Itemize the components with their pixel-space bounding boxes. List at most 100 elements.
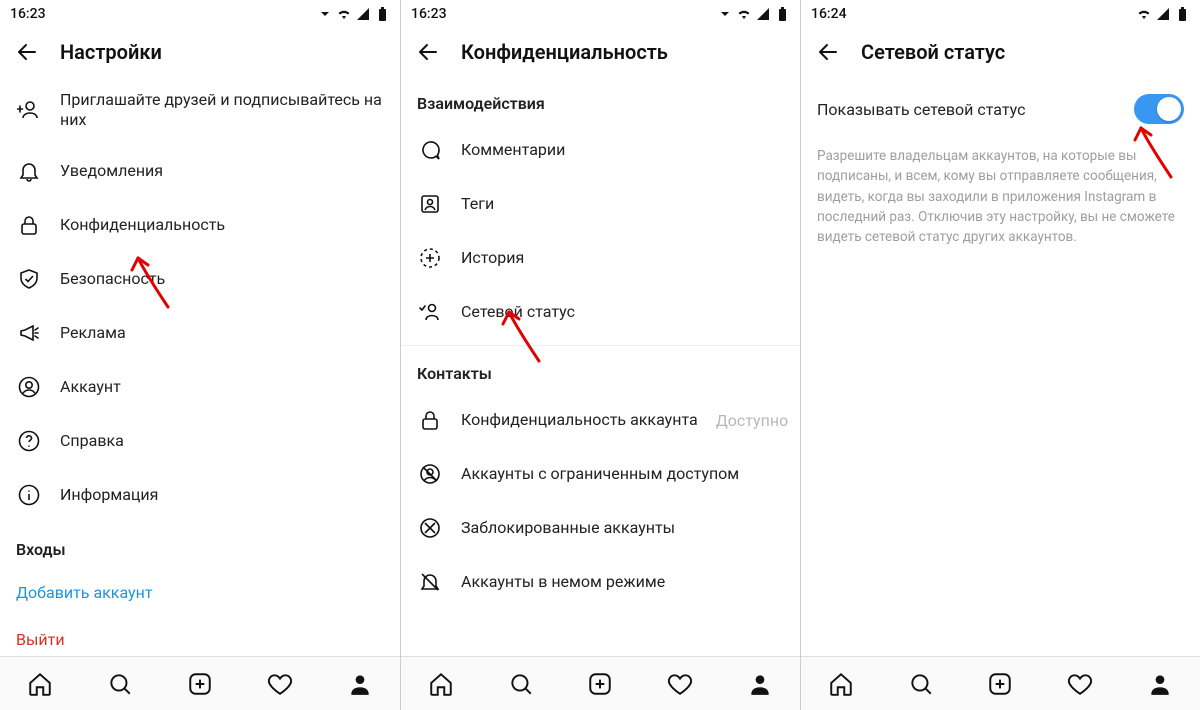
nav-new-post[interactable] bbox=[984, 668, 1016, 700]
nav-activity[interactable] bbox=[664, 668, 696, 700]
row-comments[interactable]: Комментарии bbox=[401, 123, 800, 177]
add-account-link[interactable]: Добавить аккаунт bbox=[0, 569, 400, 616]
setting-description: Разрешите владельцам аккаунтов, на котор… bbox=[801, 142, 1200, 263]
row-label: Теги bbox=[461, 194, 494, 214]
row-label: Аккаунты с ограниченным доступом bbox=[461, 464, 739, 484]
page-title: Сетевой статус bbox=[861, 40, 1005, 64]
bottom-nav bbox=[801, 656, 1200, 710]
caret-down-icon bbox=[717, 6, 733, 22]
nav-home[interactable] bbox=[425, 668, 457, 700]
lock-icon bbox=[16, 212, 42, 238]
row-label: Справка bbox=[60, 431, 124, 451]
status-bar: 16:24 bbox=[801, 0, 1200, 28]
nav-profile[interactable] bbox=[744, 668, 776, 700]
phone-activity-status: 16:24 Сетевой статус Показывать сетевой … bbox=[800, 0, 1200, 710]
tag-user-icon bbox=[417, 191, 443, 217]
nav-new-post[interactable] bbox=[584, 668, 616, 700]
row-help[interactable]: Справка bbox=[0, 414, 400, 468]
header: Сетевой статус bbox=[801, 28, 1200, 76]
nav-profile[interactable] bbox=[1144, 668, 1176, 700]
row-label: Уведомления bbox=[60, 161, 163, 181]
row-security[interactable]: Безопасность bbox=[0, 252, 400, 306]
shield-icon bbox=[16, 266, 42, 292]
nav-search[interactable] bbox=[104, 668, 136, 700]
row-story[interactable]: История bbox=[401, 231, 800, 285]
back-button[interactable] bbox=[413, 37, 443, 67]
lock-icon bbox=[417, 407, 443, 433]
status-bar: 16:23 bbox=[401, 0, 800, 28]
row-blocked[interactable]: Заблокированные аккаунты bbox=[401, 501, 800, 555]
back-button[interactable] bbox=[12, 37, 42, 67]
section-interactions: Взаимодействия bbox=[401, 76, 800, 123]
nav-activity[interactable] bbox=[264, 668, 296, 700]
caret-down-icon bbox=[317, 6, 333, 22]
battery-icon bbox=[774, 6, 790, 22]
phone-settings: 16:23 Настройки Приглашайте друзей и под… bbox=[0, 0, 400, 710]
activity-status-panel: Показывать сетевой статус Разрешите влад… bbox=[801, 76, 1200, 656]
activity-status-icon bbox=[417, 299, 443, 325]
row-label: Приглашайте друзей и подписывайтесь на н… bbox=[60, 90, 384, 130]
row-label: Заблокированные аккаунты bbox=[461, 518, 675, 538]
battery-icon bbox=[1174, 6, 1190, 22]
statusbar-time: 16:23 bbox=[411, 6, 717, 22]
row-value: Доступно bbox=[716, 411, 788, 430]
header: Настройки bbox=[0, 28, 400, 76]
switch-knob bbox=[1157, 97, 1181, 121]
nav-home[interactable] bbox=[825, 668, 857, 700]
nav-activity[interactable] bbox=[1064, 668, 1096, 700]
info-icon bbox=[16, 482, 42, 508]
bell-icon bbox=[16, 158, 42, 184]
bottom-nav bbox=[401, 656, 800, 710]
row-muted[interactable]: Аккаунты в немом режиме bbox=[401, 555, 800, 609]
help-icon bbox=[16, 428, 42, 454]
restricted-icon bbox=[417, 461, 443, 487]
page-title: Конфиденциальность bbox=[461, 40, 668, 64]
show-activity-switch[interactable] bbox=[1134, 94, 1184, 124]
row-ads[interactable]: Реклама bbox=[0, 306, 400, 360]
mute-icon bbox=[417, 569, 443, 595]
row-invite-friends[interactable]: Приглашайте друзей и подписывайтесь на н… bbox=[0, 76, 400, 144]
row-label: Аккаунт bbox=[60, 377, 121, 397]
comment-icon bbox=[417, 137, 443, 163]
blocked-icon bbox=[417, 515, 443, 541]
nav-search[interactable] bbox=[905, 668, 937, 700]
user-circle-icon bbox=[16, 374, 42, 400]
nav-search[interactable] bbox=[505, 668, 537, 700]
statusbar-icons bbox=[1136, 6, 1190, 22]
row-account[interactable]: Аккаунт bbox=[0, 360, 400, 414]
row-label: Безопасность bbox=[60, 269, 165, 289]
wifi-icon bbox=[336, 6, 352, 22]
row-notifications[interactable]: Уведомления bbox=[0, 144, 400, 198]
row-label: Аккаунты в немом режиме bbox=[461, 572, 665, 592]
row-label: Реклама bbox=[60, 323, 126, 343]
row-restricted[interactable]: Аккаунты с ограниченным доступом bbox=[401, 447, 800, 501]
statusbar-icons bbox=[717, 6, 790, 22]
signal-icon bbox=[1155, 6, 1171, 22]
statusbar-time: 16:23 bbox=[10, 6, 317, 22]
megaphone-icon bbox=[16, 320, 42, 346]
row-privacy[interactable]: Конфиденциальность bbox=[0, 198, 400, 252]
signal-icon bbox=[355, 6, 371, 22]
row-tags[interactable]: Теги bbox=[401, 177, 800, 231]
nav-new-post[interactable] bbox=[184, 668, 216, 700]
row-label: Информация bbox=[60, 485, 158, 505]
page-title: Настройки bbox=[60, 40, 162, 64]
row-label: Сетевой статус bbox=[461, 302, 575, 322]
bottom-nav bbox=[0, 656, 400, 710]
add-user-icon bbox=[16, 97, 42, 123]
signal-icon bbox=[755, 6, 771, 22]
wifi-icon bbox=[1136, 6, 1152, 22]
toggle-label: Показывать сетевой статус bbox=[817, 100, 1122, 119]
row-account-privacy[interactable]: Конфиденциальность аккаунта Доступно bbox=[401, 393, 800, 447]
nav-profile[interactable] bbox=[344, 668, 376, 700]
row-label: Комментарии bbox=[461, 140, 565, 160]
show-activity-toggle-row: Показывать сетевой статус bbox=[801, 76, 1200, 142]
statusbar-time: 16:24 bbox=[811, 6, 1136, 22]
row-about[interactable]: Информация bbox=[0, 468, 400, 522]
back-button[interactable] bbox=[813, 37, 843, 67]
battery-icon bbox=[374, 6, 390, 22]
row-activity-status[interactable]: Сетевой статус bbox=[401, 285, 800, 339]
status-bar: 16:23 bbox=[0, 0, 400, 28]
logout-link[interactable]: Выйти bbox=[0, 616, 400, 651]
nav-home[interactable] bbox=[24, 668, 56, 700]
